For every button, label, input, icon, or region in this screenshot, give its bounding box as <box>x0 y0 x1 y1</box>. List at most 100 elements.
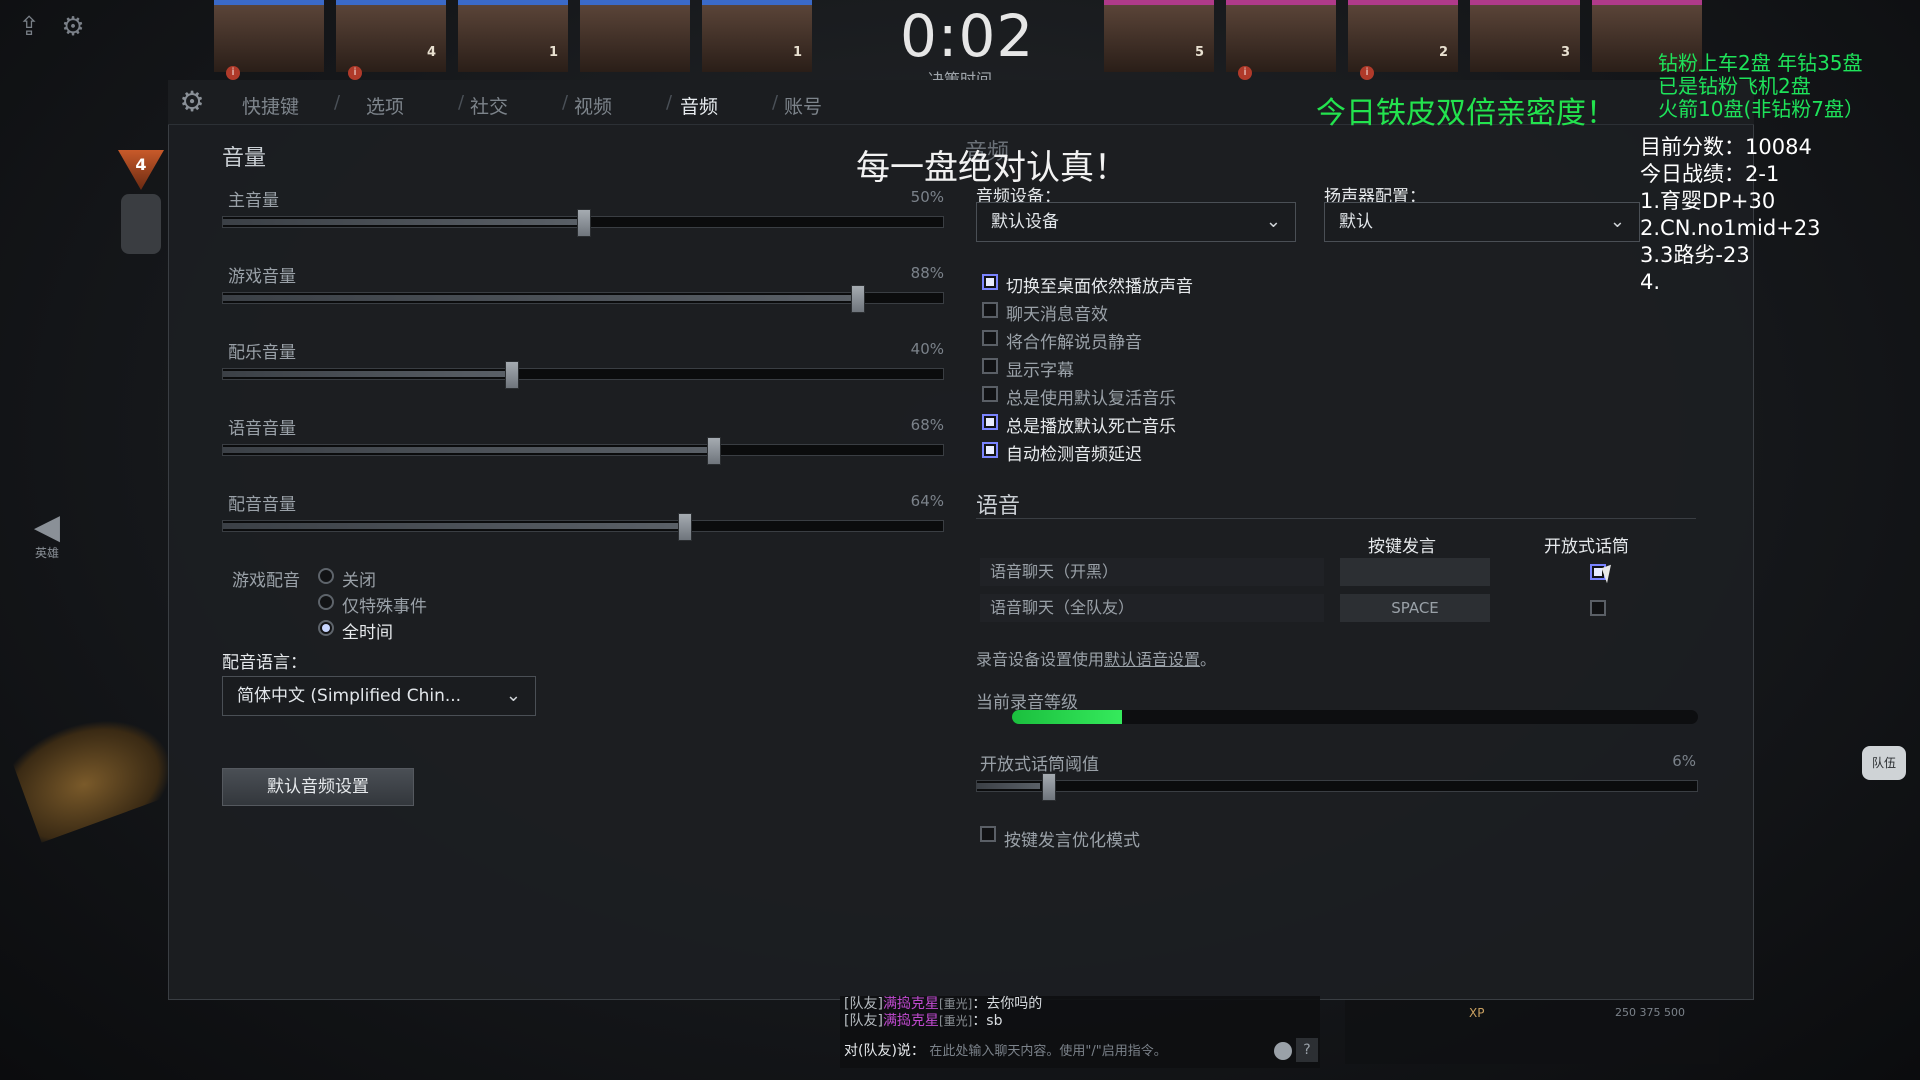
ptt-column-header: 按键发言 <box>1368 537 1436 557</box>
announcer-radio-label: 仅特殊事件 <box>342 597 427 617</box>
audio-option-checkbox[interactable] <box>982 302 998 318</box>
hero-portrait[interactable] <box>580 0 690 72</box>
volume-slider-thumb[interactable] <box>678 513 693 541</box>
chat-input-prefix: 对(队友)说： <box>844 1043 925 1059</box>
threshold-thumb[interactable] <box>1042 773 1057 801</box>
green-overlay-line: 钻粉上车2盘 年钻35盘 <box>1658 51 1863 75</box>
help-icon[interactable]: ? <box>1296 1038 1318 1062</box>
volume-slider[interactable] <box>222 285 944 313</box>
threshold-slider[interactable] <box>976 773 1698 801</box>
volume-slider-label: 游戏音量 <box>228 267 296 287</box>
hero-portrait[interactable]: 1 <box>458 0 568 72</box>
chat-line-prefix: [队友] <box>844 1013 883 1029</box>
chevron-down-icon: ⌄ <box>505 685 521 706</box>
chat-input[interactable]: 对(队友)说： 在此处输入聊天内容。使用"/"启用指令。 <box>844 1038 1314 1064</box>
audio-option-label: 总是使用默认复活音乐 <box>1006 389 1176 409</box>
audio-option-checkbox[interactable] <box>982 442 998 458</box>
announcer-label: 游戏配音 <box>232 571 300 591</box>
hero-level-number: 1 <box>792 45 802 60</box>
hero-portrait[interactable]: 1 <box>702 0 812 72</box>
audio-option-checkbox[interactable] <box>982 358 998 374</box>
volume-slider-thumb[interactable] <box>504 361 519 389</box>
push-to-talk-key[interactable] <box>1340 558 1490 586</box>
hero-portrait[interactable]: i <box>214 0 324 80</box>
volume-slider-thumb[interactable] <box>851 285 866 313</box>
score-overlay-line: 今日战绩：2-1 <box>1640 162 1780 186</box>
audio-option-label: 将合作解说员静音 <box>1006 333 1142 353</box>
stream-green-overlay: 钻粉上车2盘 年钻35盘 已是钻粉飞机2盘 火箭10盘(非钻粉7盘） <box>1658 52 1864 121</box>
upload-icon[interactable]: ⇪ <box>14 12 44 42</box>
language-label: 配音语言： <box>222 653 307 673</box>
chat-line-name[interactable]: 满捣克星 <box>883 996 939 1012</box>
voice-divider <box>976 518 1696 519</box>
volume-slider-pct: 64% <box>910 492 944 510</box>
emoji-icon[interactable] <box>1274 1042 1292 1060</box>
default-voice-settings-link[interactable]: 默认语音设置 <box>1104 650 1200 669</box>
hero-level-number: 2 <box>1438 45 1448 60</box>
timer-subtitle: 决策时间 <box>927 70 992 80</box>
left-nav-label: 英雄 <box>34 546 59 560</box>
hero-portrait[interactable]: 4i <box>336 0 446 80</box>
left-nav[interactable]: ◀ 英雄 <box>30 510 64 561</box>
score-overlay-line: 4. <box>1640 270 1661 294</box>
chat-line-prefix: [队友] <box>844 996 883 1012</box>
xp-panel: XP 250 375 500 <box>1345 1000 1719 1064</box>
volume-slider[interactable] <box>222 361 944 389</box>
tab-5[interactable]: 账号 <box>784 92 822 119</box>
chevron-left-icon[interactable]: ◀ <box>30 510 64 544</box>
hero-portrait[interactable]: i <box>1226 0 1336 80</box>
audio-option-checkbox[interactable] <box>982 386 998 402</box>
audio-option-checkbox[interactable] <box>982 274 998 290</box>
ptt-optimize-checkbox[interactable] <box>980 826 996 842</box>
default-audio-settings-button[interactable]: 默认音频设置 <box>222 768 414 806</box>
volume-slider-thumb[interactable] <box>577 209 591 237</box>
volume-slider[interactable] <box>222 209 944 237</box>
volume-slider[interactable] <box>222 513 944 541</box>
tab-0[interactable]: 快捷键 <box>242 92 299 119</box>
chat-line-text: ：sb <box>972 1013 1003 1029</box>
info-icon: i <box>348 66 362 80</box>
tab-3[interactable]: 视频 <box>574 92 612 119</box>
hero-portrait[interactable]: 3 <box>1470 0 1580 72</box>
info-icon: i <box>1360 66 1374 80</box>
announcer-radio-label: 关闭 <box>342 571 376 591</box>
volume-slider-label: 语音音量 <box>228 419 296 439</box>
audio-option-label: 显示字幕 <box>1006 361 1074 381</box>
hero-portrait[interactable]: 5 <box>1104 0 1214 72</box>
tab-separator: / <box>666 92 673 113</box>
language-dropdown[interactable]: 简体中文 (Simplified Chin... ⌄ <box>222 676 536 716</box>
volume-slider-fill <box>223 219 584 225</box>
open-mic-checkbox[interactable] <box>1590 600 1606 616</box>
audio-device-dropdown[interactable]: 默认设备 ⌄ <box>976 202 1296 242</box>
push-to-talk-key[interactable]: SPACE <box>1340 594 1490 622</box>
tab-1[interactable]: 选项 <box>366 92 404 119</box>
team-chat-badge[interactable]: 队伍 <box>1862 746 1906 780</box>
top-left-icons: ⇪ ⚙ <box>14 12 102 42</box>
announcer-radio[interactable] <box>318 568 334 584</box>
volume-slider-thumb[interactable] <box>706 437 721 465</box>
audio-option-label: 切换至桌面依然播放声音 <box>1006 277 1193 297</box>
hero-shield-icon <box>121 194 161 254</box>
chat-input-placeholder: 在此处输入聊天内容。使用"/"启用指令。 <box>929 1044 1167 1059</box>
record-level-meter <box>1012 710 1698 724</box>
chevron-down-icon: ⌄ <box>1609 211 1625 232</box>
record-note-suffix: 。 <box>1200 650 1217 669</box>
hero-portrait[interactable]: 2i <box>1348 0 1458 80</box>
tab-4[interactable]: 音频 <box>680 92 718 119</box>
announcer-radio[interactable] <box>318 594 334 610</box>
gear-icon[interactable]: ⚙ <box>58 12 88 42</box>
speaker-config-dropdown[interactable]: 默认 ⌄ <box>1324 202 1640 242</box>
tab-2[interactable]: 社交 <box>470 92 508 119</box>
record-device-note: 录音设备设置使用默认语音设置。 <box>976 646 1216 670</box>
chat-line-text: ：去你吗的 <box>972 996 1043 1012</box>
audio-option-checkbox[interactable] <box>982 414 998 430</box>
audio-option-checkbox[interactable] <box>982 330 998 346</box>
score-overlay-line: 3.3路劣-23 <box>1640 243 1750 267</box>
chat-line: [队友]满捣克星[重光]：sb <box>844 1013 1316 1030</box>
announcer-radio[interactable] <box>318 620 334 636</box>
chat-line-name[interactable]: 满捣克星 <box>883 1013 939 1029</box>
audio-option-label: 自动检测音频延迟 <box>1006 445 1142 465</box>
info-icon: i <box>1238 66 1252 80</box>
green-overlay-line: 已是钻粉飞机2盘 <box>1658 74 1811 98</box>
volume-slider[interactable] <box>222 437 944 465</box>
